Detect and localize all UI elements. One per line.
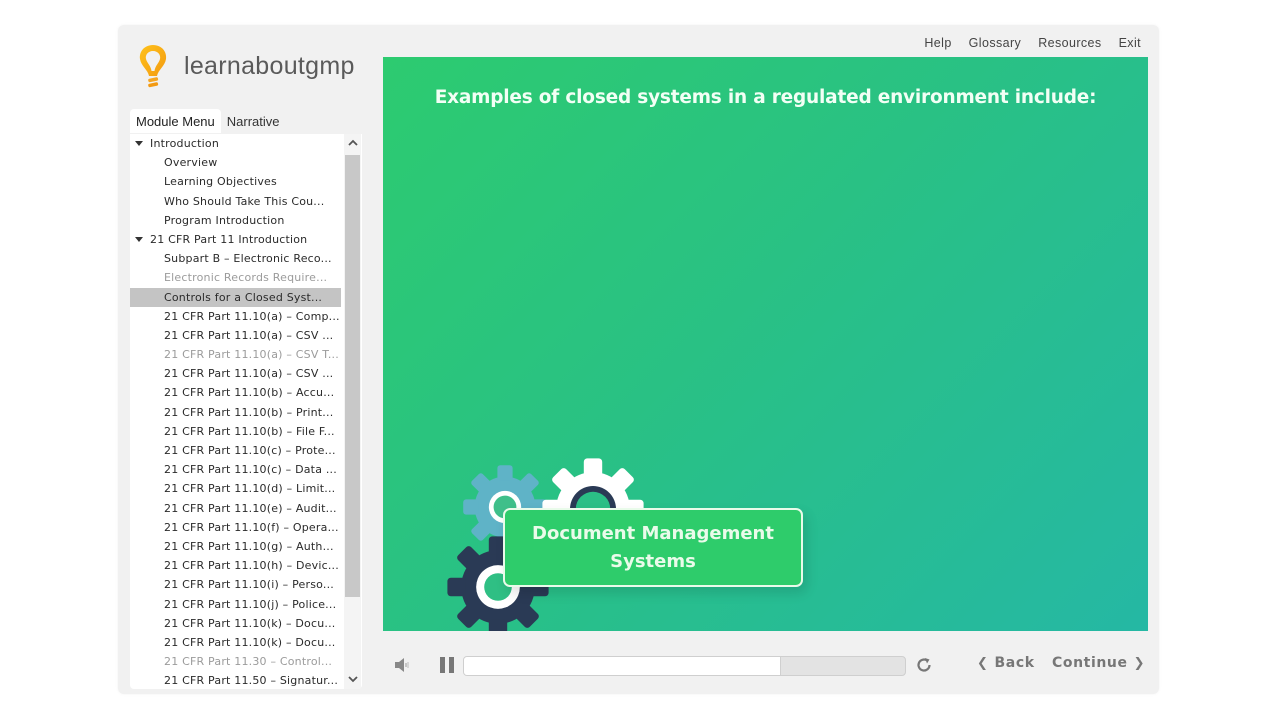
menu-item[interactable]: 21 CFR Part 11.10(f) – Opera... (130, 518, 341, 537)
tab-narrative[interactable]: Narrative (221, 109, 286, 133)
menu-item-label: 21 CFR Part 11.10(a) – CSV T... (164, 348, 339, 362)
menu-item-label: Controls for a Closed Syst... (164, 290, 323, 304)
menu-item-label: 21 CFR Part 11.10(b) – Accu... (164, 386, 335, 400)
menu-item-label: 21 CFR Part 11.50 – Signatur... (164, 674, 339, 688)
menu-item[interactable]: Program Introduction (130, 211, 341, 230)
slide-title: Examples of closed systems in a regulate… (434, 87, 1097, 108)
scroll-thumb[interactable] (345, 155, 360, 597)
menu-item-label: 21 CFR Part 11.10(f) – Opera... (164, 520, 339, 534)
pause-icon[interactable] (440, 657, 454, 673)
menu-item-label: Electronic Records Require... (164, 271, 328, 285)
progress-bar[interactable] (463, 656, 906, 676)
menu-item-label: Program Introduction (164, 213, 285, 227)
course-player: learnaboutgmp Help Glossary Resources Ex… (118, 25, 1159, 694)
back-button[interactable]: ❮ Back (977, 655, 1035, 671)
sidebar-tabs: Module Menu Narrative (130, 109, 286, 133)
back-label: Back (994, 655, 1035, 671)
menu-item[interactable]: 21 CFR Part 11.10(h) – Devic... (130, 556, 341, 575)
menu-item-label: Introduction (150, 137, 220, 150)
menu-item[interactable]: 21 CFR Part 11.10(c) – Prote... (130, 441, 341, 460)
menu-item-label: 21 CFR Part 11.10(k) – Docu... (164, 616, 336, 630)
menu-item-label: 21 CFR Part 11.30 – Control... (164, 655, 333, 669)
continue-label: Continue (1052, 655, 1128, 671)
menu-item[interactable]: Subpart B – Electronic Reco... (130, 249, 341, 268)
menu-item[interactable]: 21 CFR Part 11.50 – Signatur... (130, 671, 341, 689)
menu-item[interactable]: 21 CFR Part 11.10(a) – CSV T... (130, 345, 341, 364)
top-links: Help Glossary Resources Exit (924, 36, 1141, 50)
menu-item-label: 21 CFR Part 11.10(b) – File F... (164, 424, 335, 438)
help-link[interactable]: Help (924, 36, 951, 50)
menu-item[interactable]: 21 CFR Part 11.10(g) – Auth... (130, 537, 341, 556)
menu-item-label: 21 CFR Part 11.10(e) – Audit... (164, 501, 337, 515)
menu-item[interactable]: Controls for a Closed Syst... (130, 287, 341, 307)
resources-link[interactable]: Resources (1038, 36, 1101, 50)
callout-text: Document Management Systems (532, 522, 774, 572)
menu-list: Introduction Overview Learning Objectives W… (130, 134, 341, 689)
menu-item[interactable]: 21 CFR Part 11.10(a) – CSV ... (130, 326, 341, 345)
menu-item-label: Overview (164, 156, 218, 170)
menu-item-label: 21 CFR Part 11.10(j) – Police... (164, 597, 337, 611)
menu-item-label: 21 CFR Part 11.10(a) – Comp... (164, 309, 340, 323)
menu-item-label: 21 CFR Part 11.10(k) – Docu... (164, 635, 336, 649)
menu-item[interactable]: Electronic Records Require... (130, 268, 341, 287)
menu-item[interactable]: 21 CFR Part 11.10(b) – Accu... (130, 383, 341, 402)
menu-item-label: 21 CFR Part 11.10(c) – Data ... (164, 463, 337, 477)
menu-item-label: 21 CFR Part 11.10(a) – CSV ... (164, 328, 334, 342)
speaker-icon[interactable] (393, 656, 411, 674)
lightbulb-icon (138, 43, 168, 89)
menu-item-label: 21 CFR Part 11.10(g) – Auth... (164, 539, 334, 553)
menu-item[interactable]: 21 CFR Part 11.10(i) – Perso... (130, 575, 341, 594)
continue-button[interactable]: Continue ❯ (1052, 655, 1145, 671)
menu-item-label: Who Should Take This Cou... (164, 194, 325, 208)
playback-controls: ❮ Back Continue ❯ (383, 645, 1159, 685)
logo-text: learnaboutgmp (184, 51, 355, 80)
menu-item-label: 21 CFR Part 11.10(a) – CSV ... (164, 367, 334, 381)
menu-section[interactable]: Introduction (130, 134, 341, 153)
exit-link[interactable]: Exit (1119, 36, 1141, 50)
menu-item[interactable]: 21 CFR Part 11.10(b) – Print... (130, 403, 341, 422)
menu-section[interactable]: 21 CFR Part 11 Introduction (130, 230, 341, 249)
chevron-right-icon: ❯ (1133, 655, 1146, 671)
menu-item[interactable]: 21 CFR Part 11.10(d) – Limit... (130, 479, 341, 498)
menu-item-label: Subpart B – Electronic Reco... (164, 252, 332, 266)
menu-item[interactable]: 21 CFR Part 11.10(k) – Docu... (130, 633, 341, 652)
menu-item[interactable]: 21 CFR Part 11.10(k) – Docu... (130, 614, 341, 633)
menu-item[interactable]: 21 CFR Part 11.10(c) – Data ... (130, 460, 341, 479)
module-menu: Introduction Overview Learning Objectives W… (130, 134, 362, 689)
menu-item[interactable]: 21 CFR Part 11.30 – Control... (130, 652, 341, 671)
menu-scrollbar[interactable] (344, 134, 361, 689)
glossary-link[interactable]: Glossary (969, 36, 1022, 50)
progress-fill (464, 657, 782, 675)
menu-item-label: 21 CFR Part 11 Introduction (150, 232, 308, 246)
menu-item[interactable]: 21 CFR Part 11.10(j) – Police... (130, 595, 341, 614)
menu-item[interactable]: Who Should Take This Cou... (130, 192, 341, 211)
chevron-down-icon[interactable] (344, 671, 361, 689)
menu-item-label: Learning Objectives (164, 175, 277, 189)
menu-item[interactable]: Overview (130, 153, 341, 172)
chevron-left-icon: ❮ (977, 655, 989, 671)
replay-icon[interactable] (915, 656, 933, 674)
logo: learnaboutgmp (138, 43, 355, 89)
caret-down-icon[interactable] (135, 141, 143, 146)
slide-content: Examples of closed systems in a regulate… (383, 57, 1148, 631)
menu-item[interactable]: Learning Objectives (130, 172, 341, 191)
tab-module-menu[interactable]: Module Menu (130, 109, 221, 133)
callout-document-management: Document Management Systems (503, 508, 803, 587)
menu-item[interactable]: 21 CFR Part 11.10(b) – File F... (130, 422, 341, 441)
menu-item[interactable]: 21 CFR Part 11.10(a) – Comp... (130, 307, 341, 326)
menu-item[interactable]: 21 CFR Part 11.10(e) – Audit... (130, 499, 341, 518)
menu-item-label: 21 CFR Part 11.10(d) – Limit... (164, 482, 336, 496)
menu-item-label: 21 CFR Part 11.10(c) – Prote... (164, 444, 336, 457)
menu-item-label: 21 CFR Part 11.10(h) – Devic... (164, 559, 339, 573)
chevron-up-icon[interactable] (344, 134, 361, 152)
menu-item[interactable]: 21 CFR Part 11.10(a) – CSV ... (130, 364, 341, 383)
menu-item-label: 21 CFR Part 11.10(i) – Perso... (164, 578, 334, 592)
caret-down-icon[interactable] (135, 236, 143, 242)
menu-item-label: 21 CFR Part 11.10(b) – Print... (164, 405, 334, 419)
